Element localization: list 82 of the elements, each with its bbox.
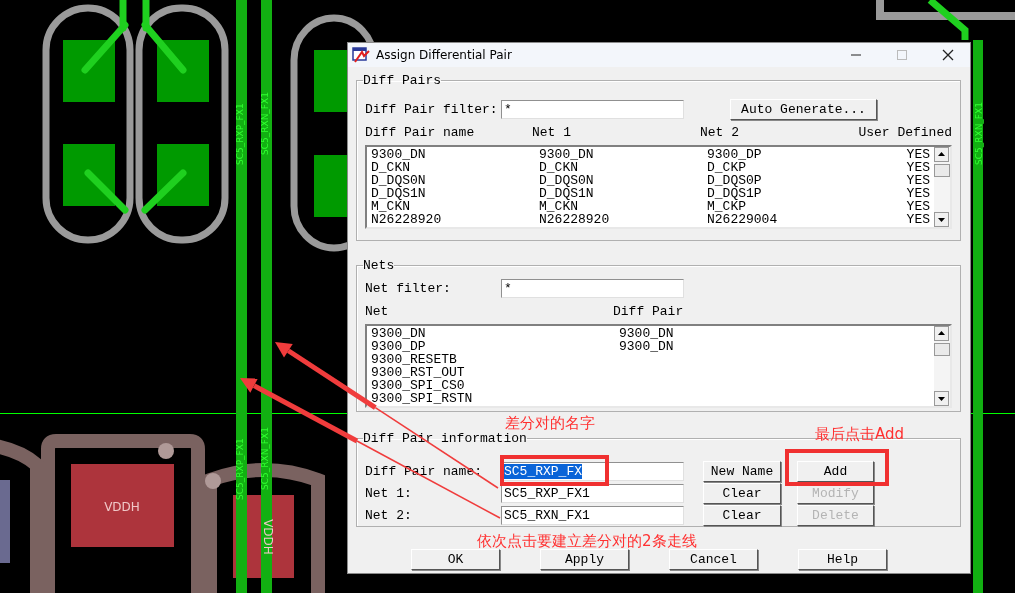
text-field[interactable]: SC5_RXN_FX1 [501,505,684,525]
list-cell[interactable]: YES [906,161,934,174]
column-header: Net [365,304,390,319]
scroll-down-button[interactable] [934,212,949,227]
field-label: Net 1: [365,485,413,501]
trace-label: SC5_RXP_FX1 [235,438,245,500]
group-label: Diff Pairs [363,73,441,88]
trace [141,169,187,214]
list-cell[interactable]: YES [906,174,934,187]
scrollbar-thumb[interactable] [934,164,950,177]
list-cell[interactable]: M_CKN [539,200,707,213]
button[interactable]: Clear [703,504,781,526]
list-cell[interactable]: D_DQS1N [371,187,539,200]
button[interactable]: OK [411,549,500,570]
column-header: Net 1 [532,125,572,140]
scroll-up-button[interactable] [934,147,949,162]
list-cell[interactable]: D_CKN [539,161,707,174]
trace-label: SC5_RXN_FX1 [974,102,984,165]
text-field[interactable]: SC5_RXP_FX [501,461,684,481]
list-cell[interactable]: D_DQS1N [539,187,707,200]
scroll-up-button[interactable] [934,326,949,341]
list-cell[interactable]: N26228920 [371,213,539,226]
filter-field[interactable]: * [501,99,684,119]
button[interactable]: Clear [703,482,781,504]
scroll-down-button[interactable] [934,391,949,406]
close-icon[interactable] [942,49,954,61]
list-cell[interactable]: D_DQS0N [539,174,707,187]
field-label: Net filter: [365,280,452,296]
button[interactable]: Apply [540,549,629,570]
scrollbar[interactable] [934,326,950,406]
column-header: Diff Pair name [365,125,476,140]
list-cell[interactable]: M_CKP [707,200,907,213]
annotation-text: 差分对的名字 [505,414,595,432]
list-cell[interactable]: D_CKP [707,161,907,174]
list-cell[interactable]: M_CKN [371,200,539,213]
scrollbar[interactable] [934,147,950,227]
list-cell[interactable]: 9300_DN [371,148,539,161]
scrollbar-thumb[interactable] [934,343,950,356]
pad-label: VDDH [261,519,275,555]
column-header: User Defined [858,125,952,140]
trace-label: SC5_RXN_FX1 [260,427,270,490]
trace [84,169,129,214]
list-cell[interactable]: D_DQS0P [707,174,907,187]
list-cell[interactable]: N26228920 [539,213,707,226]
list-cell[interactable]: D_DQS1P [707,187,907,200]
filter-field[interactable]: * [501,278,684,298]
list-cell[interactable]: 9300_DN [371,327,619,340]
via [158,443,174,459]
list-cell[interactable]: 9300_DN [619,327,934,340]
list-cell[interactable]: YES [906,213,934,226]
field-label: Diff Pair filter: [365,101,499,117]
pad-label: VDDH [104,500,140,514]
annotation-text: 最后点击Add [815,425,905,443]
button[interactable]: Auto Generate... [730,98,877,120]
list-cell[interactable]: YES [906,148,934,161]
column-header: Diff Pair [613,304,685,319]
app-icon [352,47,370,63]
list-cell[interactable]: N26229004 [707,213,907,226]
list-cell[interactable]: 9300_DP [707,148,907,161]
list-cell[interactable]: 9300_DN [539,148,707,161]
list-cell[interactable]: YES [906,187,934,200]
group-label: Nets [363,258,395,273]
button[interactable]: Help [798,549,887,570]
field-label: Net 2: [365,507,413,523]
list-cell[interactable]: YES [906,200,934,213]
list-cell[interactable]: D_CKN [371,161,539,174]
via [205,473,221,489]
annotation-text: 依次点击要建立差分对的2条走线 [477,532,697,550]
button[interactable]: New Name [703,460,781,482]
list-cell[interactable]: 9300_SPI_RSTN [371,392,619,405]
window-title: Assign Differential Pair [376,48,512,62]
list-cell[interactable]: D_DQS0N [371,174,539,187]
button[interactable]: Add [797,460,874,482]
trace-label: SC5_RXP_FX1 [235,103,245,165]
list-cell[interactable]: 9300_DP [371,340,619,353]
list-cell[interactable]: 9300_SPI_CS0 [371,379,619,392]
list-cell[interactable]: 9300_RST_OUT [371,366,619,379]
trace-label: SC5_RXN_FX1 [260,92,270,155]
list-cell[interactable]: 9300_DN [619,340,934,353]
list-cell[interactable]: 9300_RESETB [371,353,619,366]
column-header: Net 2 [700,125,740,140]
button[interactable]: Cancel [669,549,758,570]
